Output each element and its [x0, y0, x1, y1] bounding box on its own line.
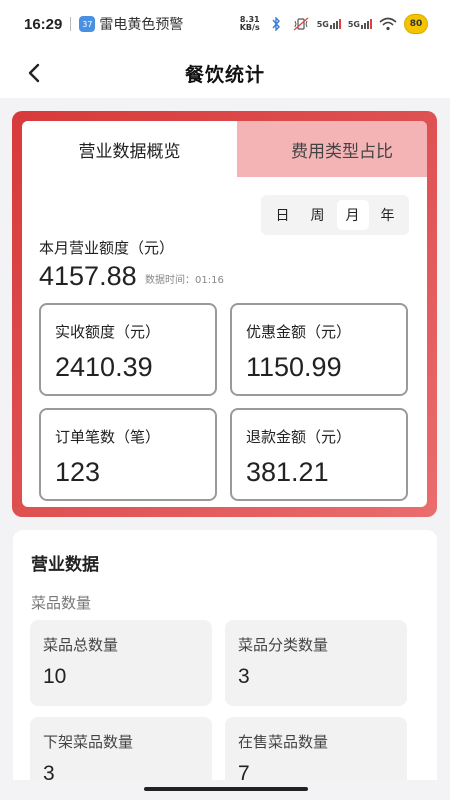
stat-received: 实收额度（元） 2410.39 [39, 303, 217, 396]
wifi-icon [379, 17, 397, 31]
month-revenue-value: 4157.88 [39, 261, 137, 291]
tile-label: 菜品总数量 [43, 636, 119, 654]
stat-discount: 优惠金额（元） 1150.99 [230, 303, 408, 396]
stat-label: 优惠金额（元） [246, 323, 352, 341]
period-day-button[interactable]: 日 [267, 200, 299, 230]
overview-tabs: 费用类型占比 营业数据概览 [22, 121, 427, 177]
signal-icon-2: 5G [348, 19, 372, 29]
status-icons: 8.31 KB/s 5G 5G 80 [240, 14, 428, 34]
chevron-left-icon [28, 63, 40, 83]
business-data-section: 营业数据 菜品数量 菜品总数量 10 菜品分类数量 3 下架菜品数量 3 在售菜… [13, 530, 437, 800]
tab-expense-ratio[interactable]: 费用类型占比 [217, 121, 427, 177]
signal-icon: 5G [317, 19, 341, 29]
tile-value: 3 [238, 665, 250, 688]
stat-refund: 退款金额（元） 381.21 [230, 408, 408, 501]
overview-card: 费用类型占比 营业数据概览 日 周 月 年 本月营业额度（元） 4157.88 … [22, 121, 427, 507]
status-divider [70, 17, 72, 31]
nav-bar: 餐饮统计 [0, 48, 450, 98]
overview-card-frame: 费用类型占比 营业数据概览 日 周 月 年 本月营业额度（元） 4157.88 … [12, 111, 437, 517]
tile-label: 在售菜品数量 [238, 733, 329, 751]
tile-dish-categories: 菜品分类数量 3 [225, 620, 407, 706]
stat-label: 实收额度（元） [55, 323, 161, 341]
home-indicator[interactable] [144, 787, 308, 791]
back-button[interactable] [20, 59, 48, 87]
tile-total-dishes: 菜品总数量 10 [30, 620, 212, 706]
battery-icon: 80 [404, 14, 428, 34]
tab-business-overview[interactable]: 营业数据概览 [22, 121, 237, 177]
tile-value: 10 [43, 665, 67, 688]
weather-alert-icon: 37 [79, 16, 96, 32]
section-heading: 营业数据 [31, 555, 99, 575]
period-selector: 日 周 月 年 [261, 195, 409, 235]
period-year-button[interactable]: 年 [372, 200, 404, 230]
stat-value: 123 [55, 457, 101, 487]
vibrate-icon [292, 17, 310, 31]
month-revenue-label: 本月营业额度（元） [39, 239, 175, 257]
weather-alert-text: 雷电黄色预警 [99, 17, 184, 33]
data-time: 数据时间：01:16 [145, 275, 224, 286]
tile-label: 下架菜品数量 [43, 733, 134, 751]
page-title: 餐饮统计 [184, 63, 265, 86]
stat-label: 退款金额（元） [246, 428, 352, 446]
tile-label: 菜品分类数量 [238, 636, 329, 654]
stat-label: 订单笔数（笔） [55, 428, 161, 446]
status-time: 16:29 [24, 15, 63, 33]
period-week-button[interactable]: 周 [302, 200, 334, 230]
bluetooth-icon [267, 17, 285, 31]
stat-value: 381.21 [246, 457, 329, 487]
period-month-button[interactable]: 月 [336, 200, 369, 230]
status-bar: 16:29 37 雷电黄色预警 8.31 KB/s 5G 5G 80 [0, 0, 450, 48]
net-speed: 8.31 KB/s [239, 15, 260, 32]
stat-value: 2410.39 [55, 352, 153, 382]
stat-orders: 订单笔数（笔） 123 [39, 408, 217, 501]
stat-value: 1150.99 [246, 352, 342, 382]
section-subheading: 菜品数量 [31, 594, 92, 612]
